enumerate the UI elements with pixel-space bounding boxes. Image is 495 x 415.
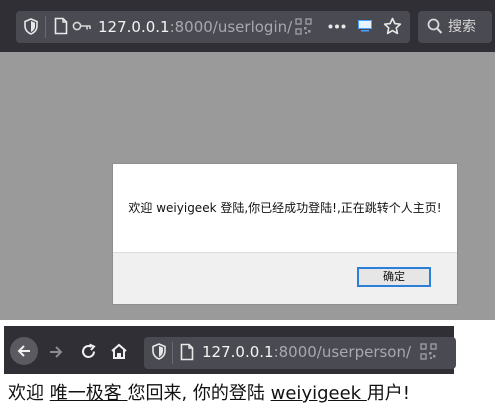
- alert-dialog: 欢迎 weiyigeek 登陆,你已经成功登陆!,正在跳转个人主页! 确定: [112, 163, 458, 305]
- more-icon[interactable]: [328, 24, 346, 29]
- page-icon[interactable]: [54, 17, 68, 35]
- url-host-2: 127.0.0.1: [202, 343, 274, 361]
- welcome-suffix: 用户!: [366, 383, 411, 404]
- url-text[interactable]: 127.0.0.1:8000/userlogin/: [98, 17, 292, 37]
- shield-icon[interactable]: [24, 18, 38, 35]
- shield-icon[interactable]: [152, 343, 166, 360]
- forward-icon[interactable]: [48, 344, 64, 360]
- dialog-footer: 确定: [113, 252, 457, 304]
- search-icon[interactable]: [427, 18, 443, 35]
- welcome-prefix: 欢迎: [8, 383, 50, 404]
- bottom-browser-toolbar: 127.0.0.1:8000/userperson/: [4, 326, 456, 374]
- back-icon[interactable]: [16, 343, 32, 359]
- ok-button[interactable]: 确定: [357, 267, 431, 287]
- nickname-link[interactable]: 唯一极客: [50, 383, 128, 404]
- url-host: 127.0.0.1: [98, 18, 170, 36]
- welcome-message: 欢迎 唯一极客 您回来, 你的登陆 weiyigeek 用户!: [8, 382, 410, 406]
- username-link[interactable]: weiyigeek: [271, 383, 367, 404]
- star-icon[interactable]: [383, 17, 402, 35]
- reload-icon[interactable]: [80, 343, 97, 360]
- dialog-body: 欢迎 weiyigeek 登陆,你已经成功登陆!,正在跳转个人主页!: [113, 164, 457, 252]
- screen-icon[interactable]: [358, 20, 372, 32]
- key-icon[interactable]: [72, 20, 92, 32]
- welcome-middle: 您回来, 你的登陆: [127, 383, 271, 404]
- home-icon[interactable]: [110, 343, 128, 360]
- url-path: :8000/userlogin/: [169, 18, 293, 36]
- dialog-message: 欢迎 weiyigeek 登陆,你已经成功登陆!,正在跳转个人主页!: [128, 201, 442, 215]
- page-icon[interactable]: [180, 343, 194, 361]
- search-label[interactable]: 搜索: [448, 18, 476, 36]
- qr-icon[interactable]: [295, 18, 312, 35]
- url-text-2[interactable]: 127.0.0.1:8000/userperson/: [202, 342, 411, 362]
- url-path-2: :8000/userperson/: [273, 343, 412, 361]
- top-browser-toolbar: 127.0.0.1:8000/userlogin/ 搜索: [0, 0, 495, 52]
- qr-icon[interactable]: [420, 343, 437, 360]
